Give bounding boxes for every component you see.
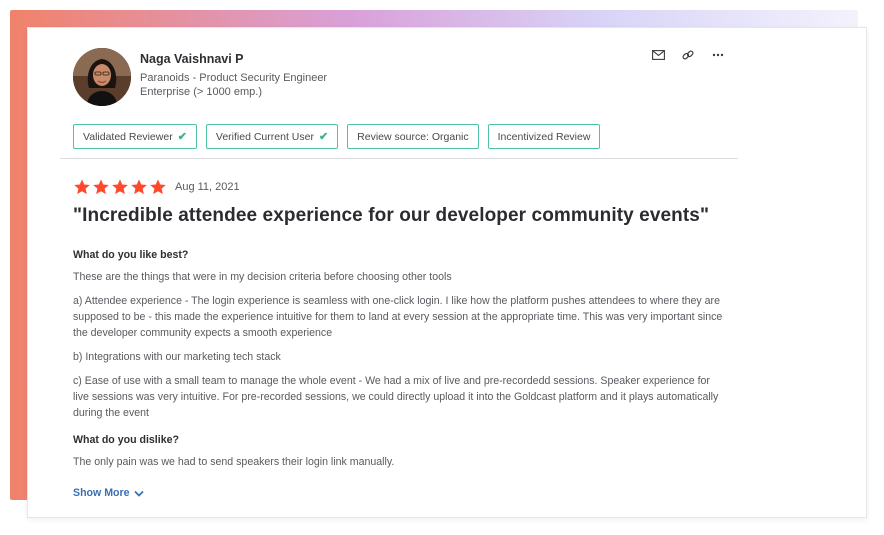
- dislike-paragraph: The only pain was we had to send speaker…: [73, 456, 395, 468]
- badge-label: Review source: Organic: [357, 130, 469, 143]
- stars: [73, 178, 167, 196]
- star-rating: Aug 11, 2021: [73, 178, 240, 196]
- badge-validated-reviewer[interactable]: Validated Reviewer ✔: [73, 124, 197, 149]
- show-more-label: Show More: [73, 487, 130, 499]
- badge-label: Verified Current User: [215, 130, 314, 143]
- badge-incentivized-review[interactable]: Incentivized Review: [487, 124, 601, 149]
- badge-review-source[interactable]: Review source: Organic: [347, 124, 479, 149]
- check-icon: ✔: [177, 131, 187, 143]
- star-icon: [74, 179, 90, 195]
- badge-label: Validated Reviewer: [83, 130, 173, 143]
- review-card: Naga Vaishnavi P Paranoids - Product Sec…: [27, 27, 867, 518]
- like-paragraph: b) Integrations with our marketing tech …: [73, 351, 281, 363]
- badge-label: Incentivized Review: [497, 130, 591, 143]
- divider: [60, 158, 738, 159]
- like-paragraph: c) Ease of use with a small team to mana…: [73, 375, 719, 419]
- badge-verified-current-user[interactable]: Verified Current User ✔: [205, 124, 339, 149]
- more-icon[interactable]: [710, 48, 726, 62]
- review-date: Aug 11, 2021: [175, 181, 240, 193]
- reviewer-title: Paranoids - Product Security Engineer: [140, 72, 328, 84]
- star-icon: [112, 179, 128, 195]
- mail-icon[interactable]: [650, 48, 666, 62]
- star-icon: [93, 179, 109, 195]
- reviewer-company-size: Enterprise (> 1000 emp.): [140, 86, 262, 98]
- review-body: What do you like best? These are the thi…: [73, 247, 723, 478]
- review-title[interactable]: "Incredible attendee experience for our …: [73, 205, 709, 227]
- reviewer-badges: Validated Reviewer ✔ Verified Current Us…: [73, 124, 601, 149]
- check-icon: ✔: [318, 131, 329, 143]
- show-more-button[interactable]: Show More: [73, 487, 144, 499]
- avatar: [73, 48, 131, 106]
- reviewer-name[interactable]: Naga Vaishnavi P: [140, 52, 244, 66]
- review-actions: [650, 48, 726, 62]
- like-heading: What do you like best?: [73, 249, 189, 261]
- star-icon: [150, 179, 166, 195]
- chevron-down-icon: [133, 490, 144, 497]
- dislike-heading: What do you dislike?: [73, 434, 179, 446]
- link-icon[interactable]: [680, 48, 696, 62]
- like-paragraph: a) Attendee experience - The login exper…: [73, 295, 723, 339]
- like-paragraph: These are the things that were in my dec…: [73, 271, 452, 283]
- star-icon: [131, 179, 147, 195]
